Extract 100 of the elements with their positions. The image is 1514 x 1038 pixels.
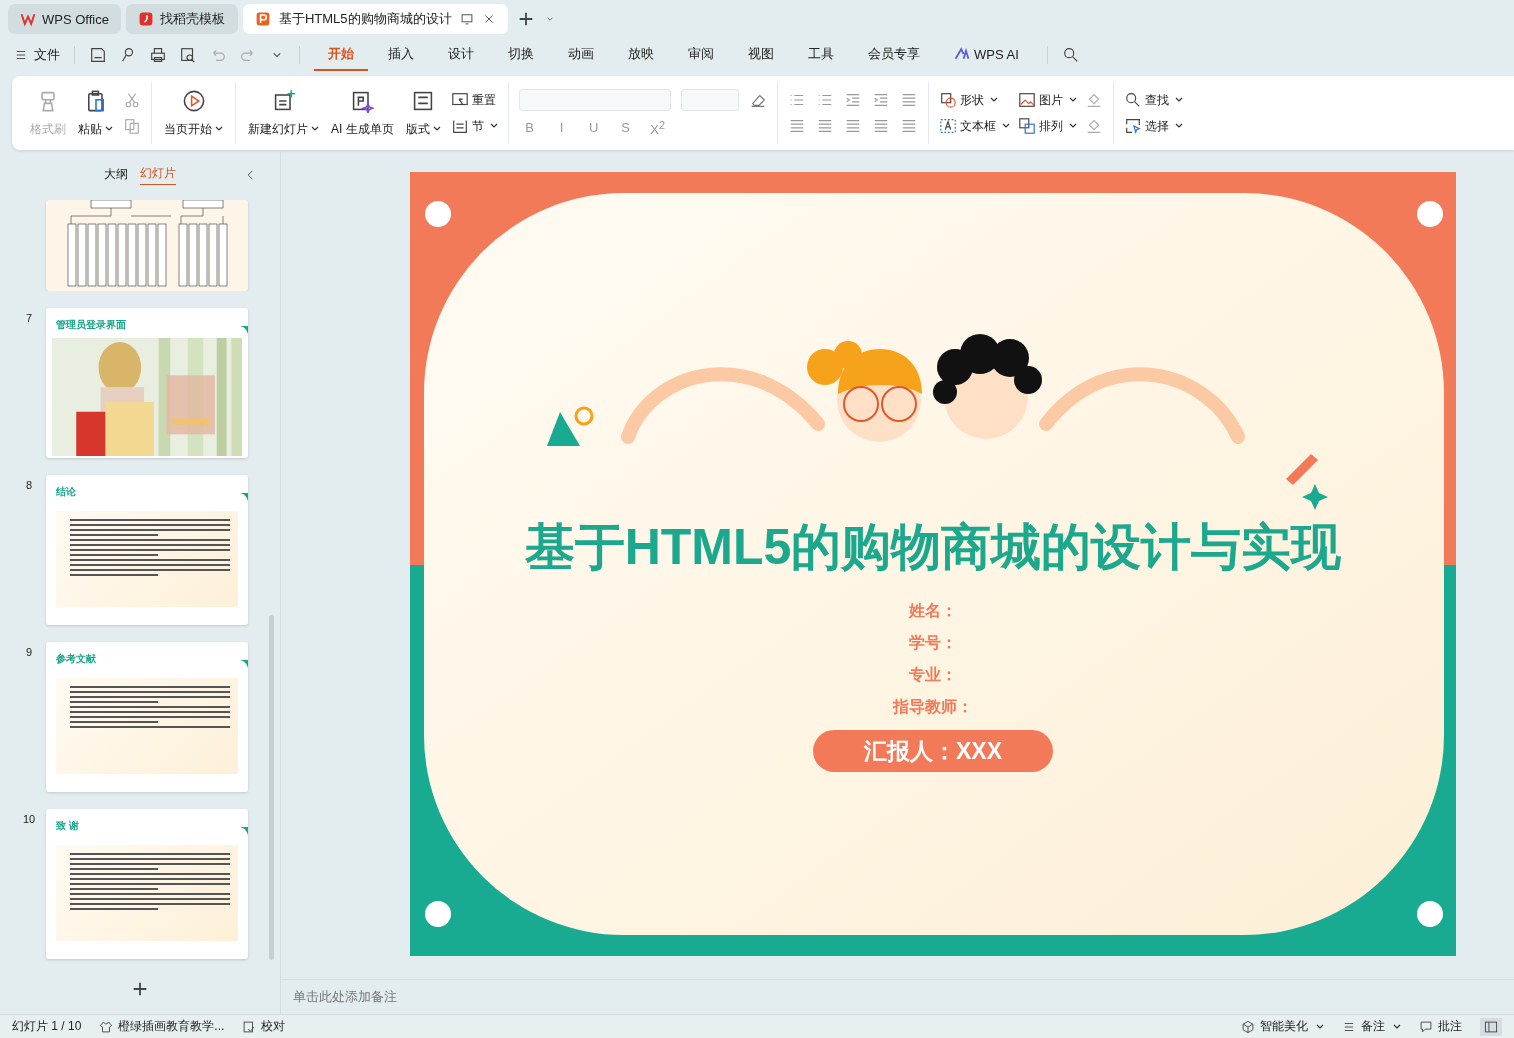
caret-icon (1001, 122, 1010, 130)
proofing-button[interactable]: 校对 (242, 1018, 286, 1035)
ribbon-tab[interactable]: 设计 (434, 39, 488, 71)
caret-icon (1174, 122, 1183, 130)
search-icon (1123, 91, 1142, 109)
document-tab[interactable]: 找稻壳模板 (125, 4, 238, 34)
corner-mark-icon (240, 493, 248, 501)
select-icon (1123, 117, 1142, 135)
ribbon-button[interactable]: 文本框 (938, 117, 1010, 135)
ribbon-button[interactable]: 查找 (1123, 91, 1183, 109)
print-icon (149, 46, 167, 64)
slide-title: 结论 (56, 485, 76, 499)
print-preview-icon (179, 46, 197, 64)
chart-node (198, 223, 208, 287)
chart-node (137, 223, 147, 287)
form-label: 学号： (909, 633, 957, 653)
slide-title: 基于HTML5的购物商城的设计与实现 (523, 518, 1343, 577)
play-icon (181, 88, 206, 113)
ribbon-button[interactable]: 粘贴 (76, 84, 115, 142)
ribbon-button[interactable]: AI 生成单页 (329, 84, 396, 142)
app-icon (254, 11, 271, 27)
normal-view-icon (1484, 1019, 1498, 1034)
slide-number: 7 (24, 312, 34, 324)
chart-node (127, 223, 137, 287)
comments-button[interactable]: 批注 (1419, 1018, 1462, 1035)
ribbon-tab[interactable]: 切换 (494, 39, 548, 71)
shirt-icon (99, 1019, 114, 1034)
slide-title: 参考文献 (56, 652, 96, 666)
ribbon-tab[interactable]: 会员专享 (854, 39, 934, 71)
chart-node (178, 223, 188, 287)
ribbon-button[interactable]: 形状 (938, 91, 1010, 109)
chart-node (117, 223, 127, 287)
ribbon-button[interactable]: 选择 (1123, 117, 1183, 135)
beautify-button[interactable]: 智能美化 (1241, 1018, 1324, 1035)
chart-node (157, 223, 167, 287)
form-label: 指导教师： (893, 697, 973, 717)
caret-icon (989, 96, 998, 104)
notes-button[interactable]: 备注 (1342, 1018, 1401, 1035)
font-dropdown[interactable] (518, 88, 671, 111)
caret-icon (1068, 122, 1077, 130)
chart-node (97, 223, 107, 287)
copy-icon (123, 117, 141, 135)
screen-icon (459, 12, 474, 26)
caret-icon (1316, 1022, 1324, 1031)
document-tab[interactable]: WPS Office (8, 4, 121, 34)
normal-view-button[interactable] (1480, 1017, 1502, 1036)
ribbon-tab[interactable]: WPS AI (940, 40, 1033, 70)
ribbon-tab[interactable]: 审阅 (674, 39, 728, 71)
image-icon (1017, 91, 1036, 109)
plus-icon (131, 980, 149, 998)
theme-button[interactable]: 橙绿插画教育教学... (99, 1018, 225, 1035)
document-tab[interactable]: 基于HTML5的购物商城的设计 (242, 4, 508, 34)
chart-node (67, 223, 77, 287)
chart-node (147, 223, 157, 287)
corner-mark-icon (240, 660, 248, 668)
corner-mark-icon (240, 827, 248, 835)
ribbon-tab[interactable]: 工具 (794, 39, 848, 71)
caret-icon (1068, 96, 1077, 104)
text-box-icon (938, 117, 957, 135)
file-menu[interactable]: 文件 (14, 46, 60, 64)
ribbon-button[interactable]: 当页开始 (162, 84, 225, 142)
chart-node (188, 223, 198, 287)
chart-node (182, 200, 224, 209)
arrange-icon (1017, 117, 1036, 135)
slide-title: 管理员登录界面 (56, 318, 126, 332)
form-label: 专业： (909, 665, 957, 685)
ribbon-button[interactable]: 排列 (1017, 117, 1077, 135)
caret-icon (489, 122, 498, 130)
ribbon-button[interactable]: 新建幻灯片 (246, 84, 321, 142)
chart-node (208, 223, 218, 287)
font-size-dropdown[interactable] (680, 88, 739, 111)
bar-sparkle-decoration (1286, 454, 1328, 510)
ribbon-button[interactable]: 图片 (1017, 91, 1077, 109)
slide-counter: 幻灯片 1 / 10 (12, 1018, 82, 1035)
triangle-ring-decoration (547, 406, 594, 446)
ai-icon (954, 46, 970, 62)
ribbon-button[interactable]: 重置 (450, 91, 498, 109)
save-icon (89, 46, 107, 64)
corner-mark-icon (240, 326, 248, 334)
caret-icon (311, 125, 319, 133)
cube-icon (1241, 1019, 1255, 1034)
ribbon-tab[interactable]: 视图 (734, 39, 788, 71)
chart-node (77, 223, 87, 287)
caret-icon (432, 125, 441, 133)
slide-thumbnail[interactable] (46, 200, 248, 291)
caret-icon (215, 125, 223, 133)
proofing-icon (242, 1019, 257, 1034)
panel-tab[interactable]: 大纲 (104, 163, 128, 185)
scrollbar[interactable] (269, 615, 274, 960)
ribbon-tab[interactable]: 放映 (614, 39, 668, 71)
comment-icon (1419, 1019, 1433, 1034)
ribbon-tab[interactable]: 动画 (554, 39, 608, 71)
ribbon-button[interactable]: 版式 (403, 84, 443, 142)
chart-node (107, 223, 117, 287)
outdent-icon (871, 91, 890, 109)
form-label: 姓名： (909, 601, 957, 621)
caret-icon (105, 125, 113, 133)
ribbon-tab[interactable]: 插入 (374, 39, 428, 71)
chart-node (218, 223, 228, 287)
ribbon-button[interactable]: 节 (450, 117, 498, 135)
